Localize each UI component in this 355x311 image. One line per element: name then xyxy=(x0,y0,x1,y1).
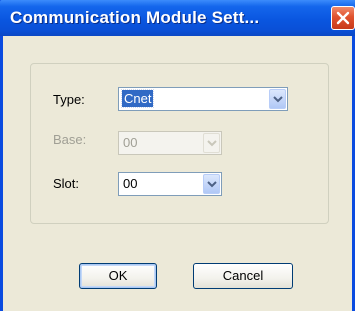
base-dropdown-button xyxy=(203,133,220,153)
chevron-down-icon xyxy=(207,140,217,147)
slot-dropdown-button[interactable] xyxy=(203,174,220,194)
base-value: 00 xyxy=(123,135,138,150)
type-select[interactable]: Cnet xyxy=(118,87,288,111)
slot-select[interactable]: 00 xyxy=(118,172,222,196)
type-dropdown-button[interactable] xyxy=(269,89,286,109)
chevron-down-icon xyxy=(273,96,283,103)
slot-label: Slot: xyxy=(53,176,80,191)
slot-value: 00 xyxy=(123,176,138,191)
dialog-window: Communication Module Sett... Type: Cnet … xyxy=(0,0,355,311)
close-button[interactable] xyxy=(331,6,355,30)
cancel-button[interactable]: Cancel xyxy=(193,263,293,289)
close-icon xyxy=(336,11,350,25)
chevron-down-icon xyxy=(207,181,217,188)
ok-button[interactable]: OK xyxy=(79,263,157,289)
dialog-title: Communication Module Sett... xyxy=(10,8,260,27)
base-label: Base: xyxy=(53,132,87,147)
title-bar[interactable]: Communication Module Sett... xyxy=(0,0,355,36)
type-value: Cnet xyxy=(120,89,155,108)
base-select: 00 xyxy=(118,131,222,155)
type-label: Type: xyxy=(53,92,85,107)
